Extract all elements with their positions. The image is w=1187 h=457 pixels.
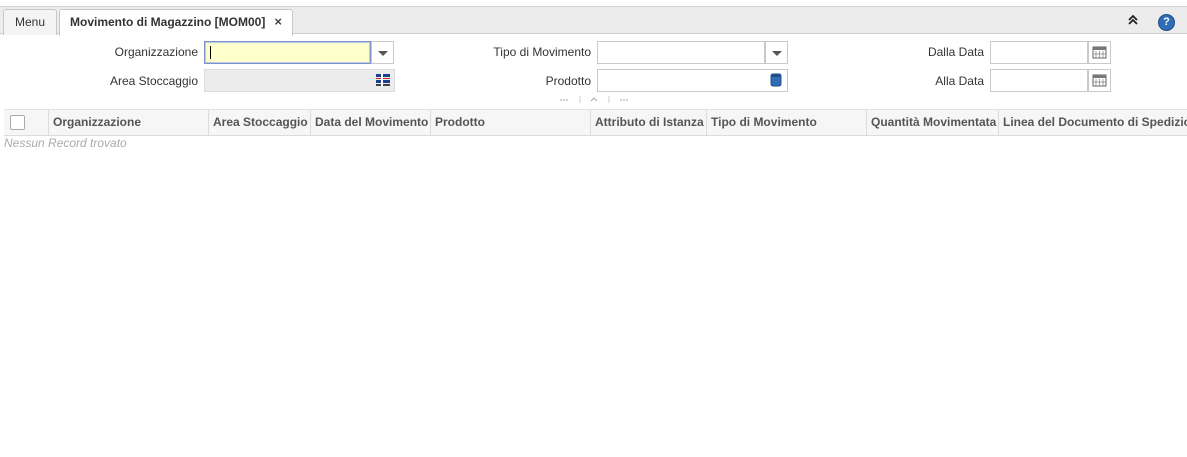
column-header-attributo-istanza[interactable]: Attributo di Istanza bbox=[590, 110, 707, 135]
calendar-icon bbox=[1092, 46, 1107, 59]
alla-data-label: Alla Data bbox=[935, 74, 984, 88]
dalla-data-calendar-icon[interactable] bbox=[1088, 41, 1111, 64]
area-stoccaggio-label: Area Stoccaggio bbox=[109, 74, 198, 88]
prodotto-label: Prodotto bbox=[545, 74, 591, 88]
organizzazione-input[interactable] bbox=[204, 41, 371, 64]
tipo-movimento-input[interactable] bbox=[597, 41, 765, 64]
calendar-icon bbox=[1092, 74, 1107, 87]
empty-results-message: Nessun Record trovato bbox=[4, 136, 127, 150]
prodotto-input[interactable] bbox=[597, 69, 788, 92]
column-header-quantita-movimentata[interactable]: Quantità Movimentata bbox=[866, 110, 999, 135]
results-grid-header: Organizzazione Area Stoccaggio Data del … bbox=[4, 109, 1187, 136]
organizzazione-label: Organizzazione bbox=[114, 45, 198, 59]
tipo-movimento-dropdown-button[interactable] bbox=[765, 41, 788, 64]
tab-label: Movimento di Magazzino [MOM00] bbox=[70, 15, 266, 29]
tab-menu[interactable]: Menu bbox=[3, 9, 57, 35]
locator-icon[interactable] bbox=[375, 73, 391, 90]
area-stoccaggio-input bbox=[204, 69, 395, 92]
tab-bar: Menu Movimento di Magazzino [MOM00] × ? bbox=[0, 6, 1187, 36]
column-header-linea-documento-spedizione[interactable]: Linea del Documento di Spedizione bbox=[998, 110, 1187, 135]
splitter-grip-icon bbox=[560, 96, 628, 103]
column-header-prodotto[interactable]: Prodotto bbox=[430, 110, 591, 135]
column-header-area-stoccaggio[interactable]: Area Stoccaggio bbox=[208, 110, 311, 135]
help-icon[interactable]: ? bbox=[1158, 14, 1175, 31]
alla-data-input[interactable] bbox=[990, 69, 1088, 92]
column-header-tipo-movimento[interactable]: Tipo di Movimento bbox=[706, 110, 867, 135]
tipo-movimento-label: Tipo di Movimento bbox=[493, 45, 591, 59]
product-search-icon[interactable] bbox=[770, 73, 782, 90]
dalla-data-label: Dalla Data bbox=[927, 45, 984, 59]
select-all-checkbox[interactable] bbox=[10, 115, 25, 130]
product-search-icon-svg bbox=[770, 73, 782, 87]
locator-icon-svg bbox=[376, 73, 390, 87]
column-header-organizzazione[interactable]: Organizzazione bbox=[48, 110, 209, 135]
column-header-data-movimento[interactable]: Data del Movimento bbox=[310, 110, 431, 135]
splitter-handle[interactable] bbox=[558, 95, 633, 103]
dalla-data-input[interactable] bbox=[990, 41, 1088, 64]
tab-movimento-di-magazzino[interactable]: Movimento di Magazzino [MOM00] × bbox=[59, 9, 293, 36]
double-chevron-up-icon-svg bbox=[1128, 14, 1138, 25]
double-chevron-up-icon[interactable] bbox=[1125, 14, 1141, 30]
close-icon[interactable]: × bbox=[274, 10, 282, 34]
organizzazione-dropdown-button[interactable] bbox=[371, 41, 394, 64]
text-cursor bbox=[210, 46, 211, 59]
alla-data-calendar-icon[interactable] bbox=[1088, 69, 1111, 92]
